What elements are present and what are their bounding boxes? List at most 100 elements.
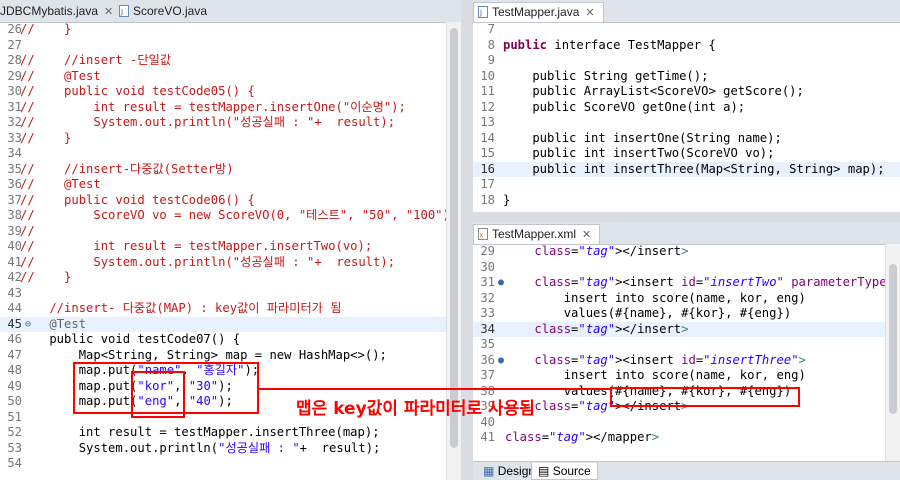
tab-source[interactable]: ▤ Source <box>531 463 598 480</box>
code-line: 34 class="tag"></insert> <box>473 321 900 337</box>
line-number: 18 <box>480 192 495 207</box>
line-number: 30 <box>7 84 22 98</box>
line-number: 51 <box>7 409 22 424</box>
code-line: 35 <box>473 337 900 353</box>
code-line: 12 public ScoreVO getOne(int a); <box>473 100 900 116</box>
code-line: 44 //insert- 다중값(MAP) : key값이 파라미터가 됨 <box>0 301 461 317</box>
right-top-code-area[interactable]: 7 8 public interface TestMapper {9 10 publi… <box>473 22 900 212</box>
code-text: class="tag"></mapper> <box>505 430 660 444</box>
code-line: 47 Map<String, String> map = new HashMap… <box>0 348 461 364</box>
code-text: // <box>20 223 35 238</box>
line-number: 47 <box>7 347 22 362</box>
close-icon[interactable]: ✕ <box>582 229 591 241</box>
code-line: 18} <box>473 193 900 209</box>
line-number: 16 <box>480 161 495 176</box>
code-text: insert into score(name, kor, eng) <box>505 290 806 305</box>
line-number: 48 <box>7 363 22 377</box>
code-line: 14 public int insertOne(String name); <box>473 131 900 147</box>
code-text: // } <box>20 270 72 284</box>
line-number: 37 <box>7 192 22 207</box>
code-text: // public void testCode05() { <box>20 84 255 98</box>
line-number: 13 <box>480 115 495 129</box>
code-text: class="tag"><insert id="insertTwo" param… <box>534 275 900 289</box>
line-number: 11 <box>480 84 495 98</box>
code-line: 15 public int insertTwo(ScoreVO vo); <box>473 146 900 162</box>
code-line: 29// @Test <box>0 69 461 85</box>
code-line: 29 class="tag"></insert> <box>473 244 900 260</box>
code-text: public ScoreVO getOne(int a); <box>503 99 746 114</box>
line-number: 7 <box>487 22 495 36</box>
code-line: 53 System.out.println("성공실패 : "+ result)… <box>0 441 461 457</box>
code-text: // System.out.println("성공실패 : "+ result)… <box>20 115 396 129</box>
line-number: 31 <box>7 99 22 114</box>
right-bottom-code-area[interactable]: 29 class="tag"></insert> 30 31 ● class="tag… <box>473 244 900 462</box>
line-number: 44 <box>7 301 22 315</box>
annotation-connector <box>259 388 610 390</box>
right-bottom-scrollbar[interactable] <box>885 244 900 462</box>
line-number: 41 <box>480 430 495 444</box>
highlight-values-params <box>610 387 800 407</box>
code-line: 37// public void testCode06() { <box>0 193 461 209</box>
code-line: 41// System.out.println("성공실패 : "+ resul… <box>0 255 461 271</box>
code-line: 8 public interface TestMapper { <box>473 38 900 54</box>
line-number: 37 <box>480 368 495 382</box>
code-line: 35// //insert-다중값(Setter방) <box>0 162 461 178</box>
close-icon[interactable]: ✕ <box>585 7 594 19</box>
code-line: 32// System.out.println("성공실패 : "+ resul… <box>0 115 461 131</box>
code-text: // System.out.println("성공실패 : "+ result)… <box>20 254 396 269</box>
code-line: 33 values(#{name}, #{kor}, #{eng}) <box>473 306 900 322</box>
code-text: values(#{name}, #{kor}, #{eng}) <box>505 306 792 320</box>
line-number: 15 <box>480 146 495 160</box>
code-text: public int insertTwo(ScoreVO vo); <box>503 146 775 160</box>
line-number: 35 <box>480 337 495 351</box>
code-text: // } <box>20 22 72 36</box>
tab-testmapper-java[interactable]: J TestMapper.java ✕ <box>473 2 604 22</box>
code-line: 30 <box>473 260 900 276</box>
code-line: 28// //insert -단일값 <box>0 53 461 69</box>
line-number: 33 <box>7 130 22 145</box>
line-number: 14 <box>480 130 495 145</box>
close-icon[interactable]: ✕ <box>104 6 113 18</box>
line-number: 32 <box>480 290 495 305</box>
code-text: //insert- 다중값(MAP) : key값이 파라미터가 됨 <box>20 301 342 315</box>
code-text: } <box>503 192 511 207</box>
line-number: 41 <box>7 254 22 269</box>
code-text: insert into score(name, kor, eng) <box>505 368 806 382</box>
right-bottom-editor-pane: x TestMapper.xml ✕ 29 class="tag"></insert… <box>473 222 900 480</box>
code-text: class="tag"></insert> <box>534 321 689 336</box>
tab-testmapper-xml[interactable]: x TestMapper.xml ✕ <box>473 224 601 244</box>
tab-scorevo[interactable]: J ScoreVO.java <box>115 2 215 21</box>
code-text: int result = testMapper.insertThree(map)… <box>20 425 380 439</box>
code-line: 38// ScoreVO vo = new ScoreVO(0, "테스트", … <box>0 208 461 224</box>
xml-file-icon: x <box>478 228 488 240</box>
line-number: 34 <box>7 146 22 160</box>
code-line: 34 <box>0 146 461 162</box>
line-number: 52 <box>7 425 22 439</box>
line-number: 34 <box>480 321 495 336</box>
code-line: 31// int result = testMapper.insertOne("… <box>0 100 461 116</box>
editor-mode-tabs: ▦ Design ▤ Source <box>473 461 900 480</box>
highlight-map-keys <box>131 371 185 418</box>
code-line: 45 ⊖ @Test <box>0 316 461 332</box>
line-number: 46 <box>7 332 22 346</box>
code-line: 9 <box>473 53 900 69</box>
code-line: 33// } <box>0 131 461 147</box>
annotation-callout: 맵은 key값이 파라미터로 사용됨 <box>296 399 535 419</box>
code-text: // //insert -단일값 <box>20 53 172 67</box>
code-text: // int result = testMapper.insertTwo(vo)… <box>20 239 373 253</box>
tab-jdbcmybatis[interactable]: JDBCMybatis.java ✕ <box>0 2 121 21</box>
line-number: 49 <box>7 378 22 393</box>
code-text: public interface TestMapper { <box>503 37 716 52</box>
code-text: // public void testCode06() { <box>20 192 255 207</box>
code-line: 43 <box>0 286 461 302</box>
code-line: 40// int result = testMapper.insertTwo(v… <box>0 239 461 255</box>
line-number: 42 <box>7 270 22 284</box>
code-line: 27 <box>0 38 461 54</box>
right-top-tabbar: J TestMapper.java ✕ <box>473 0 900 23</box>
java-file-icon: J <box>478 6 488 18</box>
code-text: // ScoreVO vo = new ScoreVO(0, "테스트", "5… <box>20 208 458 222</box>
code-line: 11 public ArrayList<ScoreVO> getScore(); <box>473 84 900 100</box>
code-text: @Test <box>49 316 87 331</box>
code-text: public int insertThree(Map<String, Strin… <box>503 161 885 176</box>
code-line: 36 ● class="tag"><insert id="insertThree"… <box>473 353 900 369</box>
